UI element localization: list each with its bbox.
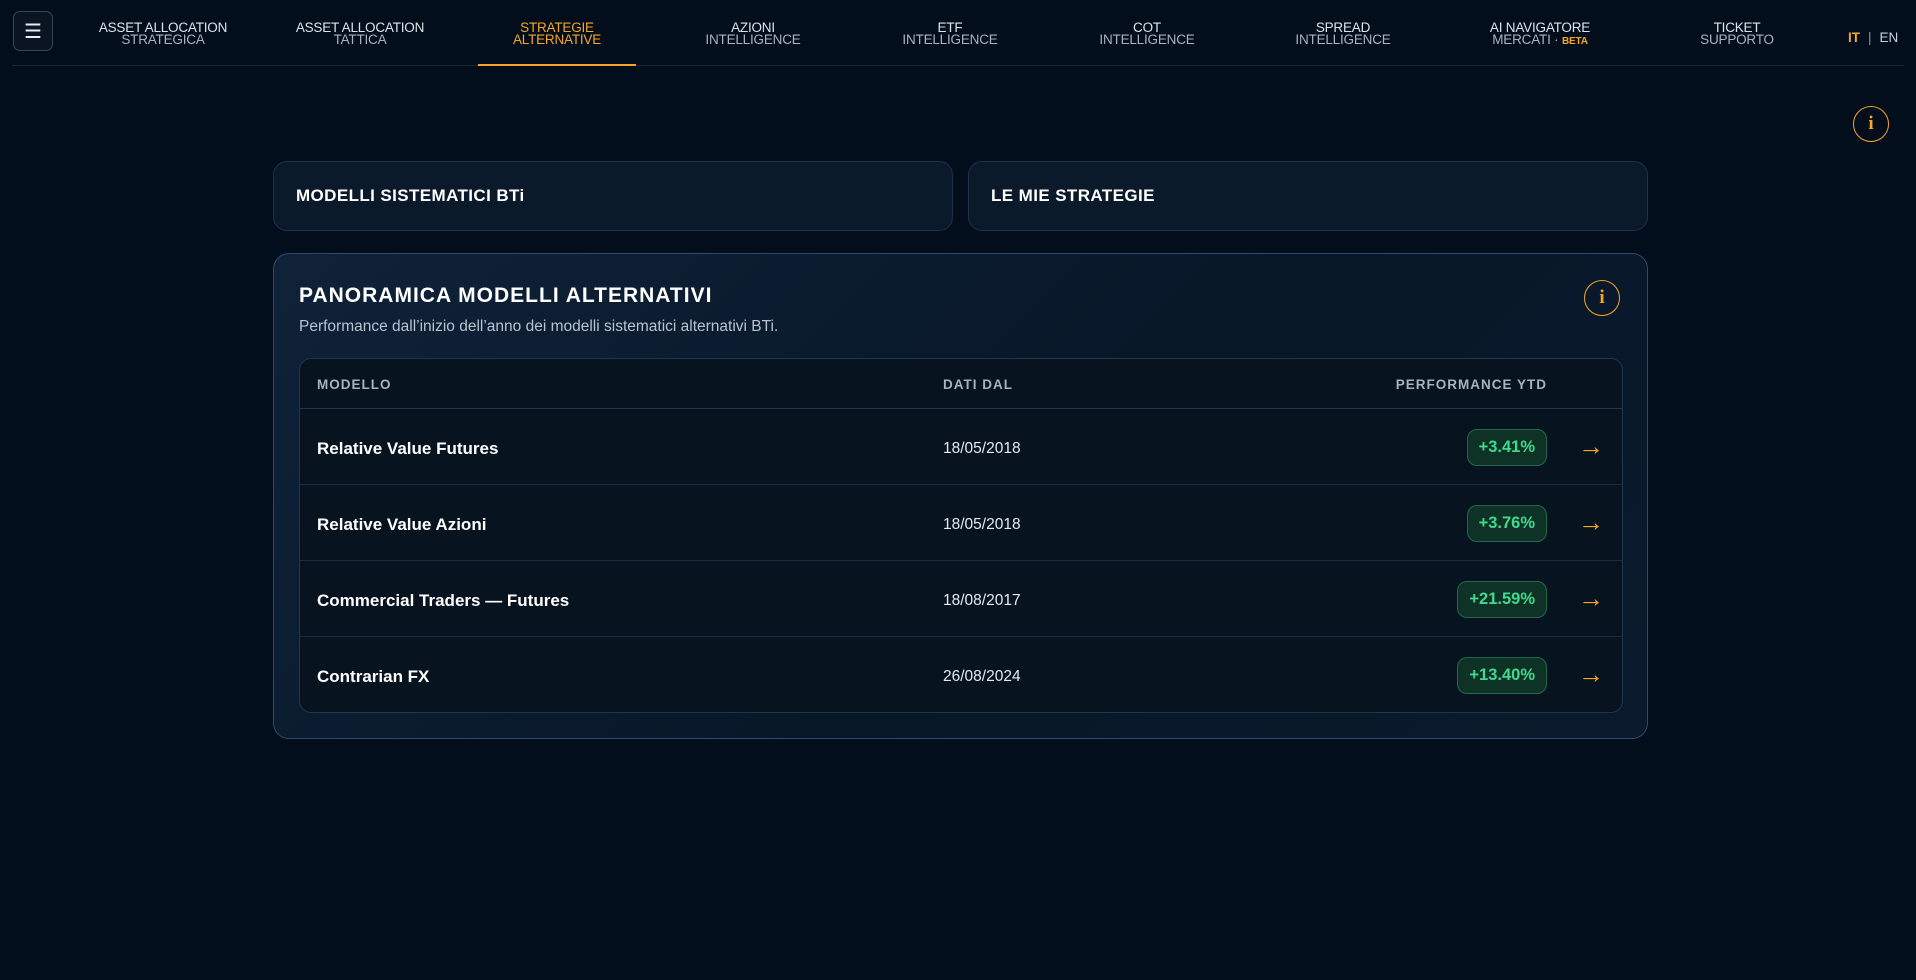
model-name: Contrarian FX (317, 667, 430, 686)
active-tab-underline (478, 64, 636, 66)
header-performance-ytd: PERFORMANCE YTD (1395, 377, 1547, 392)
info-icon[interactable]: i (1584, 280, 1620, 316)
table-row[interactable]: Contrarian FX 26/08/2024 +13.40% → (300, 637, 1622, 712)
nav-ai-navigatore-mercati[interactable]: AI NAVIGATORE MERCATI · BETA (1460, 21, 1620, 48)
nav-etf-intelligence[interactable]: ETF INTELLIGENCE (870, 21, 1030, 47)
table-row[interactable]: Relative Value Azioni 18/05/2018 +3.76% … (300, 485, 1622, 561)
performance-badge: +21.59% (1457, 581, 1547, 618)
nav-azioni-intelligence[interactable]: AZIONI INTELLIGENCE (673, 21, 833, 47)
top-navigation: ☰ ASSET ALLOCATION STRATEGICA ASSET ALLO… (12, 0, 1904, 66)
arrow-right-icon[interactable]: → (1578, 659, 1604, 689)
header-dati-dal: DATI DAL (943, 377, 1013, 392)
header-modello: MODELLO (317, 377, 392, 392)
table-row[interactable]: Commercial Traders — Futures 18/08/2017 … (300, 561, 1622, 637)
hamburger-menu-button[interactable]: ☰ (13, 11, 53, 51)
model-name: Commercial Traders — Futures (317, 591, 570, 610)
arrow-right-icon[interactable]: → (1578, 431, 1604, 461)
nav-cot-intelligence[interactable]: COT INTELLIGENCE (1067, 21, 1227, 47)
tab-label: MODELLI SISTEMATICI BTi (296, 186, 525, 205)
overview-panel: PANORAMICA MODELLI ALTERNATIVI Performan… (273, 253, 1648, 739)
model-name: Relative Value Futures (317, 439, 499, 458)
panel-title: PANORAMICA MODELLI ALTERNATIVI (299, 284, 713, 307)
arrow-right-icon[interactable]: → (1578, 507, 1604, 537)
lang-separator: | (1868, 30, 1872, 45)
table-header: MODELLO DATI DAL PERFORMANCE YTD (300, 359, 1622, 409)
lang-it-link[interactable]: IT (1848, 30, 1860, 45)
hamburger-icon: ☰ (24, 20, 42, 43)
data-start-date: 18/05/2018 (943, 440, 1021, 457)
nav-asset-allocation-strategica[interactable]: ASSET ALLOCATION STRATEGICA (83, 21, 243, 47)
tab-label: LE MIE STRATEGIE (991, 186, 1155, 205)
nav-mercati-label: MERCATI (1492, 32, 1551, 47)
nav-spread-intelligence[interactable]: SPREAD INTELLIGENCE (1263, 21, 1423, 47)
performance-badge: +3.41% (1466, 429, 1547, 466)
tab-modelli-sistematici[interactable]: MODELLI SISTEMATICI BTi (273, 161, 953, 231)
nav-asset-allocation-tattica[interactable]: ASSET ALLOCATION TATTICA (280, 21, 440, 47)
arrow-right-icon[interactable]: → (1578, 583, 1604, 613)
beta-badge: BETA (1562, 36, 1588, 47)
language-switcher: IT | EN (1848, 30, 1898, 45)
data-start-date: 26/08/2024 (943, 668, 1021, 685)
lang-en-link[interactable]: EN (1880, 30, 1899, 45)
performance-badge: +3.76% (1466, 505, 1547, 542)
panel-subtitle: Performance dall’inizio dell’anno dei mo… (299, 318, 779, 335)
tab-le-mie-strategie[interactable]: LE MIE STRATEGIE (968, 161, 1648, 231)
table-row[interactable]: Relative Value Futures 18/05/2018 +3.41%… (300, 409, 1622, 485)
nav-strategie-alternative[interactable]: STRATEGIE ALTERNATIVE (477, 21, 637, 47)
models-table: MODELLO DATI DAL PERFORMANCE YTD Relativ… (299, 358, 1623, 713)
info-icon[interactable]: i (1853, 106, 1889, 142)
performance-badge: +13.40% (1457, 657, 1547, 694)
data-start-date: 18/05/2018 (943, 516, 1021, 533)
data-start-date: 18/08/2017 (943, 592, 1021, 609)
nav-ticket-supporto[interactable]: TICKET SUPPORTO (1657, 21, 1817, 47)
model-name: Relative Value Azioni (317, 515, 487, 534)
